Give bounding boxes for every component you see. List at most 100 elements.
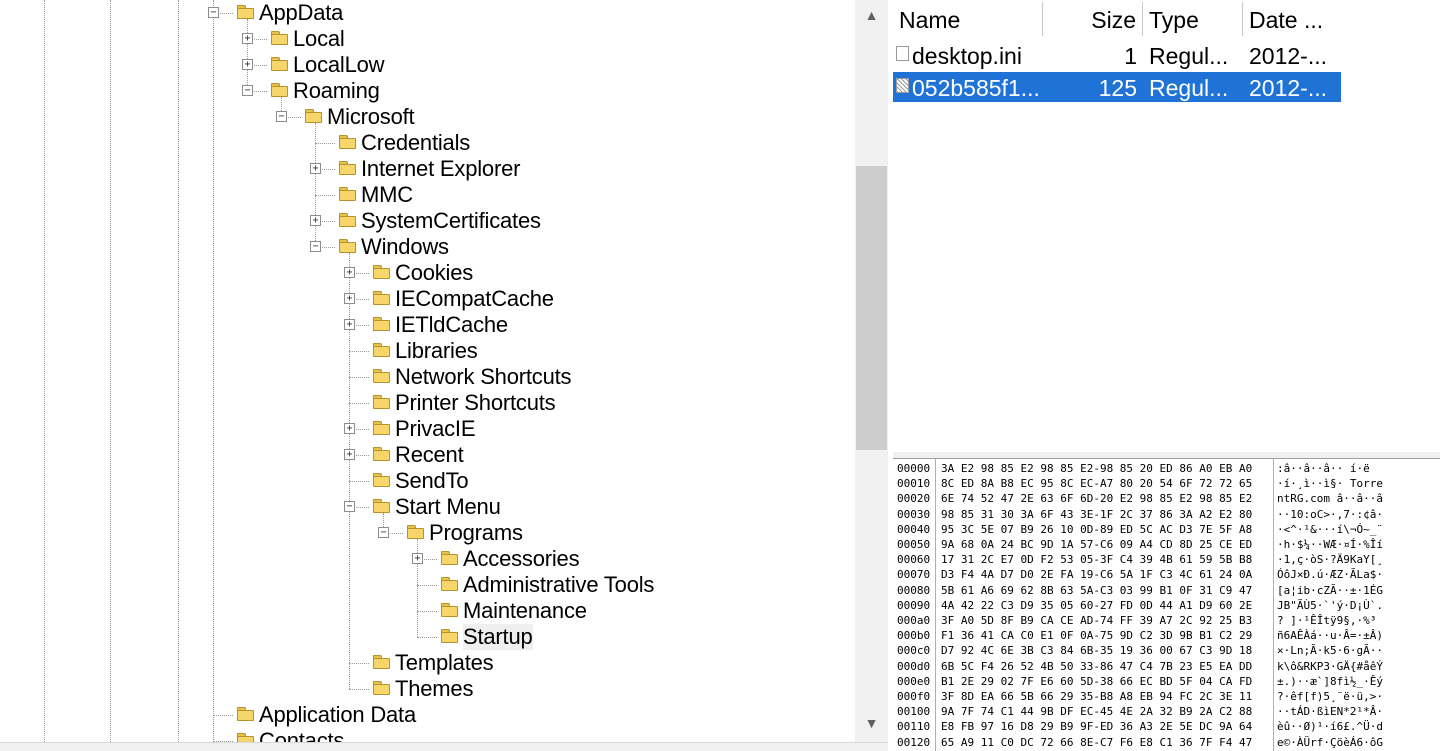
collapse-minus-icon[interactable]: − xyxy=(344,501,355,512)
tree-node-label[interactable]: Local xyxy=(293,26,345,52)
folder-icon xyxy=(373,473,390,487)
tree-node[interactable]: − Roaming xyxy=(0,78,855,104)
tree-node-label[interactable]: Roaming xyxy=(293,78,380,104)
collapse-minus-icon[interactable]: − xyxy=(276,111,287,122)
tree-node-label[interactable]: IECompatCache xyxy=(395,286,554,312)
tree-node[interactable]: + Cookies xyxy=(0,260,855,286)
column-header-date[interactable]: Date ... xyxy=(1243,2,1340,36)
column-header-type[interactable]: Type xyxy=(1143,2,1243,36)
tree-node[interactable]: + IECompatCache xyxy=(0,286,855,312)
tree-node[interactable]: Printer Shortcuts xyxy=(0,390,855,416)
expand-plus-icon[interactable]: + xyxy=(344,267,355,278)
hex-ascii: k\ô&RKP3·GÄ{#åêÝ xyxy=(1277,659,1383,673)
tree-node-label[interactable]: AppData xyxy=(259,0,343,26)
tree-node-label[interactable]: Templates xyxy=(395,650,494,676)
tree-node-label[interactable]: Libraries xyxy=(395,338,478,364)
tree-node[interactable]: + Local xyxy=(0,26,855,52)
folder-tree[interactable]: − AppData + Local + LocalLow − Roaming − Microsof… xyxy=(0,0,855,742)
tree-node-label[interactable]: SystemCertificates xyxy=(361,208,541,234)
tree-node[interactable]: SendTo xyxy=(0,468,855,494)
expand-plus-icon[interactable]: + xyxy=(344,449,355,460)
hex-ascii: ?·êf[f)5¸¨ë·ü,>· xyxy=(1277,690,1383,703)
collapse-minus-icon[interactable]: − xyxy=(208,7,219,18)
expand-plus-icon[interactable]: + xyxy=(242,33,253,44)
tree-node[interactable]: + Internet Explorer xyxy=(0,156,855,182)
folder-icon xyxy=(441,551,458,565)
tree-node-label[interactable]: Administrative Tools xyxy=(463,572,654,598)
tree-node[interactable]: Themes xyxy=(0,676,855,702)
tree-node[interactable]: Application Data xyxy=(0,702,855,728)
tree-node[interactable]: − Microsoft xyxy=(0,104,855,130)
expand-plus-icon[interactable]: + xyxy=(344,293,355,304)
tree-node[interactable]: Credentials xyxy=(0,130,855,156)
expand-plus-icon[interactable]: + xyxy=(344,319,355,330)
column-header-size[interactable]: Size xyxy=(1043,2,1143,36)
tree-node[interactable]: − Start Menu xyxy=(0,494,855,520)
hex-bytes: 9A 68 0A 24 BC 9D 1A 57-C6 09 A4 CD 8D 2… xyxy=(941,538,1253,551)
file-icon xyxy=(896,46,909,61)
scrollbar-thumb[interactable] xyxy=(856,166,887,450)
tree-node[interactable]: Templates xyxy=(0,650,855,676)
tree-node[interactable]: Libraries xyxy=(0,338,855,364)
tree-node-label[interactable]: PrivacIE xyxy=(395,416,476,442)
scroll-down-arrow-icon[interactable]: ▼ xyxy=(855,708,888,738)
tree-node-label[interactable]: Cookies xyxy=(395,260,473,286)
tree-node-label[interactable]: Accessories xyxy=(463,546,580,572)
tree-node-label[interactable]: Windows xyxy=(361,234,449,260)
tree-node-label[interactable]: Start Menu xyxy=(395,494,501,520)
tree-node[interactable]: + PrivacIE xyxy=(0,416,855,442)
tree-node[interactable]: Contacts xyxy=(0,728,855,742)
tree-node[interactable]: Maintenance xyxy=(0,598,855,624)
collapse-minus-icon[interactable]: − xyxy=(310,241,321,252)
column-header-name[interactable]: Name xyxy=(893,2,1043,36)
tree-node-label[interactable]: LocalLow xyxy=(293,52,385,78)
tree-node[interactable]: + Recent xyxy=(0,442,855,468)
tree-node-label[interactable]: Maintenance xyxy=(463,598,587,624)
file-row[interactable]: desktop.ini 1 Regul... 2012-... xyxy=(893,40,1341,70)
tree-vertical-scrollbar[interactable]: ▲ ▼ xyxy=(855,0,888,742)
expand-plus-icon[interactable]: + xyxy=(242,59,253,70)
tree-node-label[interactable]: Network Shortcuts xyxy=(395,364,572,390)
hex-ascii: JB"ÃÙ5·`'ý·D¡Ù`. xyxy=(1277,598,1383,612)
expand-plus-icon[interactable]: + xyxy=(310,163,321,174)
tree-node[interactable]: + SystemCertificates xyxy=(0,208,855,234)
tree-node-label[interactable]: Programs xyxy=(429,520,523,546)
tree-node[interactable]: Startup xyxy=(0,624,855,650)
tree-node[interactable]: Administrative Tools xyxy=(0,572,855,598)
tree-node-label[interactable]: Startup xyxy=(463,624,533,650)
tree-node[interactable]: − Windows xyxy=(0,234,855,260)
tree-node-label[interactable]: Application Data xyxy=(259,702,416,728)
tree-node-label[interactable]: Printer Shortcuts xyxy=(395,390,556,416)
tree-node-label[interactable]: Credentials xyxy=(361,130,470,156)
collapse-minus-icon[interactable]: − xyxy=(378,527,389,538)
expand-plus-icon[interactable]: + xyxy=(310,215,321,226)
file-row[interactable]: 052b585f1... 125 Regul... 2012-... xyxy=(893,72,1341,102)
tree-node-label[interactable]: SendTo xyxy=(395,468,469,494)
folder-icon xyxy=(373,655,390,669)
tree-node-label[interactable]: Themes xyxy=(395,676,473,702)
tree-node-label[interactable]: Internet Explorer xyxy=(361,156,520,182)
tree-node-label[interactable]: Recent xyxy=(395,442,464,468)
scroll-up-arrow-icon[interactable]: ▲ xyxy=(855,0,888,30)
hex-viewer[interactable]: 00000 3A E2 98 85 E2 98 85 E2-98 85 20 ED… xyxy=(893,458,1440,751)
hex-ascii: e©·ÀÜrf·ÇöèÁ6·ôG xyxy=(1277,735,1383,749)
tree-node[interactable]: + LocalLow xyxy=(0,52,855,78)
tree-node[interactable]: − Programs xyxy=(0,520,855,546)
tree-node[interactable]: + Accessories xyxy=(0,546,855,572)
collapse-minus-icon[interactable]: − xyxy=(242,85,253,96)
folder-icon xyxy=(441,603,458,617)
tree-node-label[interactable]: IETldCache xyxy=(395,312,508,338)
tree-node[interactable]: + IETldCache xyxy=(0,312,855,338)
hex-ascii: ×·Ln;Ã·k5·6·gÃ·· xyxy=(1277,644,1383,658)
expand-plus-icon[interactable]: + xyxy=(412,553,423,564)
folder-icon xyxy=(373,265,390,279)
expand-plus-icon[interactable]: + xyxy=(344,423,355,434)
tree-node-label[interactable]: MMC xyxy=(361,182,413,208)
tree-node[interactable]: Network Shortcuts xyxy=(0,364,855,390)
tree-node-label[interactable]: Microsoft xyxy=(327,104,415,130)
tree-node[interactable]: MMC xyxy=(0,182,855,208)
hex-bytes: 98 85 31 30 3A 6F 43 3E-1F 2C 37 86 3A A… xyxy=(941,507,1253,521)
tree-node-label[interactable]: Contacts xyxy=(259,728,344,742)
file-list[interactable]: Name Size Type Date ... desktop.ini 1 Regu… xyxy=(893,0,1440,452)
tree-node[interactable]: − AppData xyxy=(0,0,855,26)
